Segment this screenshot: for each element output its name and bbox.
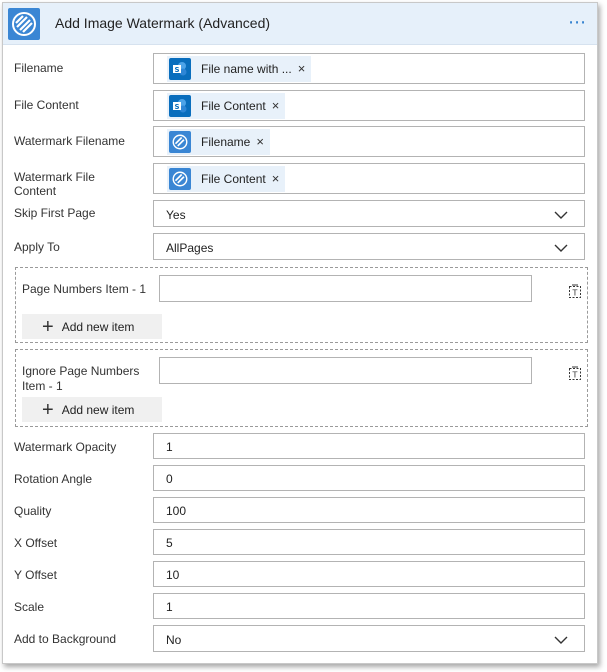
token-label: File Content: [201, 99, 266, 113]
watermark-opacity-input[interactable]: 1: [153, 433, 585, 459]
apply-to-dropdown[interactable]: AllPages: [153, 233, 585, 260]
add-to-background-label: Add to Background: [14, 632, 117, 646]
dropdown-value: Yes: [166, 208, 186, 222]
token-label: File name with ...: [201, 62, 292, 76]
plus-icon: +: [42, 398, 54, 421]
input-value: 10: [166, 568, 180, 582]
ignore-page-numbers-item-label: Ignore Page Numbers Item - 1: [22, 364, 140, 393]
svg-text:S: S: [174, 103, 179, 111]
filename-token[interactable]: S File name with ... ×: [167, 56, 312, 82]
dropdown-value: AllPages: [166, 241, 214, 255]
card-header[interactable]: Add Image Watermark (Advanced) ⋯: [3, 3, 597, 45]
watermark-file-content-field[interactable]: File Content ×: [153, 163, 585, 194]
chevron-down-icon: [554, 211, 568, 219]
x-offset-label: X Offset: [14, 536, 58, 550]
svg-text:S: S: [174, 66, 179, 74]
input-value: 5: [166, 536, 173, 550]
add-new-item-label: Add new item: [61, 402, 135, 417]
chevron-down-icon: [554, 636, 568, 644]
watermark-action-icon: [169, 131, 191, 153]
scale-input[interactable]: 1: [153, 593, 585, 619]
ignore-page-numbers-array: Ignore Page Numbers Item - 1 T + Add new…: [15, 349, 588, 427]
add-to-background-dropdown[interactable]: No: [153, 625, 585, 652]
watermark-filename-token[interactable]: Filename ×: [167, 129, 270, 155]
file-content-field[interactable]: S File Content ×: [153, 90, 585, 121]
watermark-file-content-label: Watermark File Content: [14, 170, 95, 198]
rotation-angle-label: Rotation Angle: [14, 472, 93, 486]
card-title: Add Image Watermark (Advanced): [55, 15, 271, 31]
filename-label: Filename: [14, 61, 64, 75]
add-ignore-page-number-button[interactable]: + Add new item: [22, 397, 162, 422]
remove-token-icon[interactable]: ×: [272, 99, 280, 112]
watermark-file-content-token[interactable]: File Content ×: [167, 166, 286, 192]
chevron-down-icon: [554, 244, 568, 252]
input-value: 1: [166, 440, 173, 454]
rotation-angle-input[interactable]: 0: [153, 465, 585, 491]
skip-first-page-label: Skip First Page: [14, 206, 96, 220]
page-numbers-item-input[interactable]: [159, 275, 532, 302]
file-content-token[interactable]: S File Content ×: [167, 93, 286, 119]
delete-item-icon[interactable]: T: [566, 364, 584, 382]
plus-icon: +: [42, 315, 54, 338]
input-value: 100: [166, 504, 187, 518]
dropdown-value: No: [166, 633, 182, 647]
y-offset-label: Y Offset: [14, 568, 57, 582]
filename-field[interactable]: S File name with ... ×: [153, 53, 585, 84]
remove-token-icon[interactable]: ×: [272, 172, 280, 185]
apply-to-label: Apply To: [14, 240, 60, 254]
scale-label: Scale: [14, 600, 45, 614]
quality-label: Quality: [14, 504, 52, 518]
x-offset-input[interactable]: 5: [153, 529, 585, 555]
sharepoint-icon: S: [169, 58, 191, 80]
input-value: 1: [166, 600, 173, 614]
page-numbers-array: Page Numbers Item - 1 T + Add new item: [15, 267, 588, 343]
token-label: Filename: [201, 135, 251, 149]
watermark-opacity-label: Watermark Opacity: [14, 440, 117, 454]
token-label: File Content: [201, 172, 266, 186]
watermark-filename-field[interactable]: Filename ×: [153, 126, 585, 157]
delete-item-icon[interactable]: T: [566, 282, 584, 300]
quality-input[interactable]: 100: [153, 497, 585, 523]
file-content-label: File Content: [14, 98, 79, 112]
sharepoint-icon: S: [169, 95, 191, 117]
action-card: Add Image Watermark (Advanced) ⋯ Filenam…: [2, 2, 598, 664]
svg-text:T: T: [572, 371, 578, 380]
y-offset-input[interactable]: 10: [153, 561, 585, 587]
watermark-filename-label: Watermark Filename: [14, 134, 125, 148]
page-numbers-item-label: Page Numbers Item - 1: [22, 282, 147, 296]
skip-first-page-dropdown[interactable]: Yes: [153, 200, 585, 227]
ignore-page-numbers-item-input[interactable]: [159, 357, 532, 384]
add-new-item-label: Add new item: [61, 319, 135, 334]
watermark-action-icon: [8, 8, 40, 40]
watermark-action-icon: [169, 168, 191, 190]
more-options-icon[interactable]: ⋯: [568, 13, 587, 31]
svg-text:T: T: [572, 289, 578, 298]
remove-token-icon[interactable]: ×: [298, 62, 306, 75]
remove-token-icon[interactable]: ×: [256, 135, 264, 148]
add-page-number-button[interactable]: + Add new item: [22, 314, 162, 339]
input-value: 0: [166, 472, 173, 486]
